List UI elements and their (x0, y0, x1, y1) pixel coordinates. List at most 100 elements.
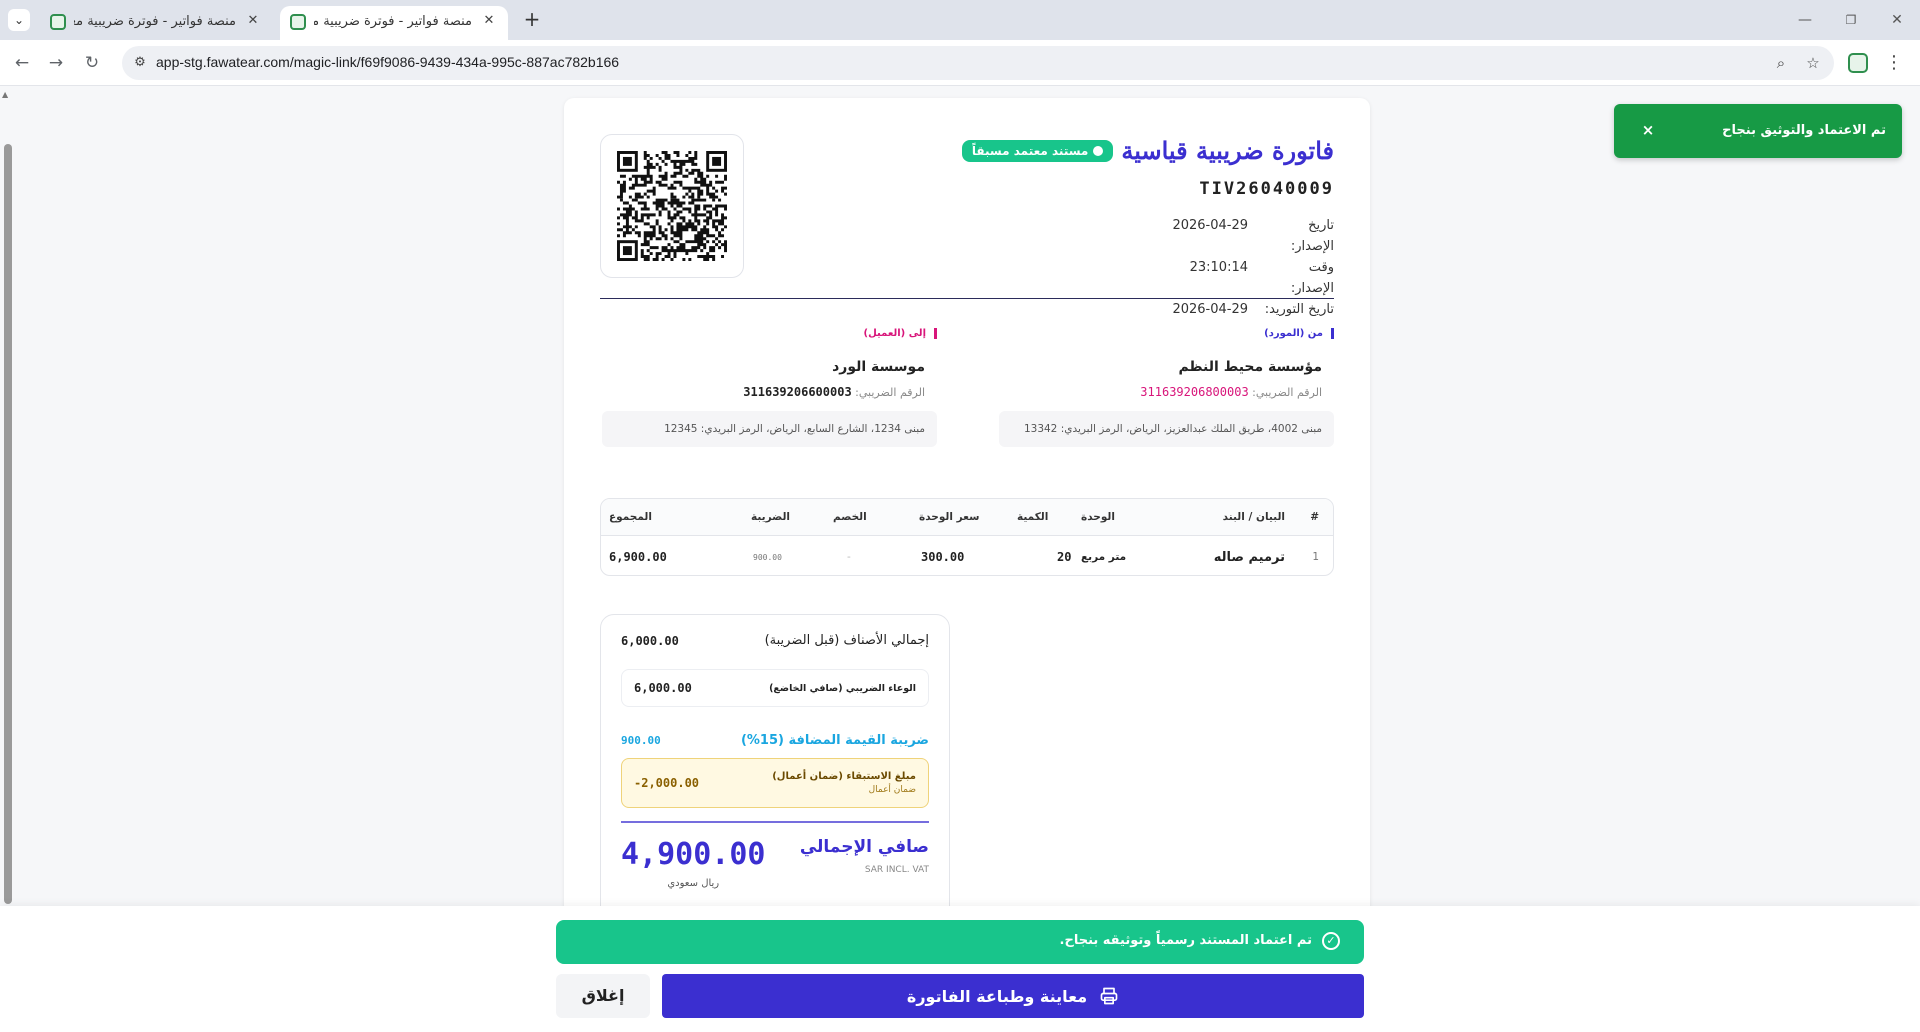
subtotal-amount: 6,000.00 (621, 633, 679, 648)
col-total: المجموع (609, 511, 652, 523)
meta-value: 2026-04-29 (1172, 218, 1248, 233)
bookmark-star-icon[interactable]: ☆ (1802, 53, 1824, 73)
new-tab-plus-icon[interactable]: + (520, 8, 544, 32)
col-unit: الوحدة (1081, 511, 1115, 523)
row-total: 6,900.00 (609, 550, 667, 564)
tab-search-chevron-icon[interactable]: ⌄ (8, 9, 30, 31)
restore-icon[interactable]: ❐ (1828, 6, 1874, 34)
col-price: سعر الوحدة (919, 511, 980, 523)
header-divider (600, 298, 1334, 299)
buyer-address: مبنى 1234، الشارع السابع، الرياض، الرمز … (602, 411, 937, 447)
row-desc: ترميم صاله (1213, 549, 1285, 565)
items-table: # البيان / البند الوحدة الكمية سعر الوحد… (600, 498, 1334, 576)
seller-address: مبنى 4002، طريق الملك عبدالعزيز، الرياض،… (999, 411, 1334, 447)
bottom-action-bar: ✓ تم اعتماد المستند رسمياً وتوثيقه بنجاح… (0, 906, 1920, 1032)
tab-close-icon[interactable]: ✕ (244, 12, 262, 30)
seller-tax: الرقم الضريبي: 311639206800003 (999, 385, 1334, 399)
net-total-sublabel: SAR INCL. VAT (864, 865, 929, 875)
row-discount: - (847, 551, 851, 563)
meta-label: تاريخ الإصدار: (1290, 218, 1334, 254)
meta-label: وقت الإصدار: (1290, 260, 1334, 296)
invoice-header: فاتورة ضريبية قياسية مستند معتمد مسبقاً … (914, 136, 1334, 320)
meta-value: 23:10:14 (1189, 260, 1248, 275)
col-discount: الخصم (833, 511, 867, 523)
toast-close-icon[interactable]: × (1638, 120, 1658, 140)
row-qty: 20 (1057, 550, 1072, 564)
success-toast: تم الاعتماد والتوثيق بنجاح × (1614, 104, 1902, 158)
seller-name: مؤسسة محيط النظم (1178, 359, 1322, 375)
browser-menu-icon[interactable]: ⋮ (1884, 51, 1904, 75)
browser-toolbar: ← → ↻ ⚙ app-stg.fawatear.com/magic-link/… (0, 40, 1920, 86)
row-price: 300.00 (921, 550, 965, 564)
seller-tag: من (المورد) (999, 328, 1334, 339)
site-settings-icon[interactable]: ⚙ (130, 53, 150, 73)
net-total-label: صافي الإجمالي (799, 837, 929, 857)
toast-message: تم الاعتماد والتوثيق بنجاح (1722, 123, 1886, 138)
window-close-icon[interactable]: ✕ (1874, 6, 1920, 34)
tab-title: منصة فواتير - فوترة ضريبية معتمدة (74, 14, 236, 29)
vat-amount: 900.00 (621, 734, 661, 747)
approved-badge: مستند معتمد مسبقاً (961, 139, 1114, 162)
seller-tax-number: 311639206800003 (1140, 385, 1249, 399)
supply-date-row: تاريخ التوريد: 2026-04-29 (914, 299, 1334, 320)
row-tax: 900.00 (753, 552, 782, 562)
close-button[interactable]: إغلاق (556, 974, 650, 1018)
approved-badge-label: مستند معتمد مسبقاً (971, 143, 1089, 158)
totals-panel: إجمالي الأصناف (قبل الضريبة) 6,000.00 ال… (600, 614, 950, 928)
table-row: 1 ترميم صاله متر مربع 20 300.00 - 900.00… (601, 537, 1333, 575)
invoice-number: TIV26040009 (1199, 179, 1334, 199)
retention-sublabel: ضمان أعمال (868, 785, 916, 795)
printer-icon (1100, 987, 1118, 1005)
fawatear-extension-icon[interactable] (1848, 53, 1868, 73)
browser-tab-strip: ⌄ منصة فواتير - فوترة ضريبية معتمدة ✕ من… (0, 0, 1920, 40)
success-banner-text: تم اعتماد المستند رسمياً وتوثيقه بنجاح. (1059, 933, 1312, 948)
subtotal-row: إجمالي الأصناف (قبل الضريبة) 6,000.00 (621, 633, 929, 648)
tax-label: الرقم الضريبي: (855, 386, 925, 399)
buyer-tag: إلى (العميل) (602, 328, 937, 339)
tab-title: منصة فواتير - فوترة ضريبية معتمدة (314, 14, 472, 29)
totals-divider (621, 821, 929, 823)
back-arrow-icon[interactable]: ← (8, 49, 36, 77)
vat-label: ضريبة القيمة المضافة (15%) (740, 733, 929, 748)
taxable-row: الوعاء الضريبي (صافي الخاضع) 6,000.00 (621, 669, 929, 707)
issue-date-row: تاريخ الإصدار: 2026-04-29 (914, 215, 1334, 257)
meta-value: 2026-04-29 (1172, 302, 1248, 317)
col-desc: البيان / البند (1222, 511, 1285, 523)
invoice-card: فاتورة ضريبية قياسية مستند معتمد مسبقاً … (564, 98, 1370, 928)
items-table-header: # البيان / البند الوحدة الكمية سعر الوحد… (601, 499, 1333, 536)
fawatear-favicon-icon (290, 14, 306, 30)
col-num: # (1310, 511, 1319, 523)
buyer-name: موسسة الورد (832, 359, 925, 375)
preview-print-button[interactable]: معاينة وطباعة الفاتورة (662, 974, 1364, 1018)
invoice-meta: تاريخ الإصدار: 2026-04-29 وقت الإصدار: 23:… (914, 215, 1334, 320)
address-bar[interactable]: ⚙ app-stg.fawatear.com/magic-link/f69f90… (122, 46, 1834, 80)
minimize-icon[interactable]: — (1782, 6, 1828, 34)
browser-tab-1[interactable]: منصة فواتير - فوترة ضريبية معتمدة ✕ (40, 6, 272, 40)
col-qty: الكمية (1017, 511, 1049, 523)
taxable-label: الوعاء الضريبي (صافي الخاضع) (769, 682, 916, 694)
reload-icon[interactable]: ↻ (78, 49, 106, 77)
page-scrollbar-thumb[interactable] (4, 144, 12, 904)
row-num: 1 (1312, 551, 1319, 563)
scroll-up-arrow-icon[interactable]: ▲ (2, 90, 8, 99)
retention-amount: -2,000.00 (634, 776, 700, 790)
success-banner: ✓ تم اعتماد المستند رسمياً وتوثيقه بنجاح… (556, 920, 1364, 964)
net-total-row: صافي الإجمالي SAR INCL. VAT 4,900.00 ريا… (621, 837, 929, 889)
retention-row: مبلغ الاستبقاء (ضمان أعمال) ضمان أعمال -… (621, 758, 929, 808)
check-circle-icon: ✓ (1322, 932, 1340, 950)
fawatear-favicon-icon (50, 14, 66, 30)
url-text[interactable]: app-stg.fawatear.com/magic-link/f69f9086… (156, 54, 619, 70)
tab-close-icon[interactable]: ✕ (480, 12, 498, 30)
buyer-tax: الرقم الضريبي: 311639206600003 (602, 385, 937, 399)
invoice-title: فاتورة ضريبية قياسية (1121, 136, 1334, 165)
net-total-amount: 4,900.00 (621, 837, 766, 872)
buyer-tax-number: 311639206600003 (743, 385, 852, 399)
forward-arrow-icon[interactable]: → (42, 49, 70, 77)
preview-print-label: معاينة وطباعة الفاتورة (906, 986, 1088, 1006)
currency-label: ريال سعودي (667, 878, 720, 889)
row-unit: متر مربع (1081, 551, 1127, 563)
browser-tab-2-active[interactable]: منصة فواتير - فوترة ضريبية معتمدة ✕ (280, 6, 508, 40)
taxable-amount: 6,000.00 (634, 681, 692, 695)
issue-time-row: وقت الإصدار: 23:10:14 (914, 257, 1334, 299)
zoom-icon[interactable]: ⌕ (1770, 53, 1792, 73)
